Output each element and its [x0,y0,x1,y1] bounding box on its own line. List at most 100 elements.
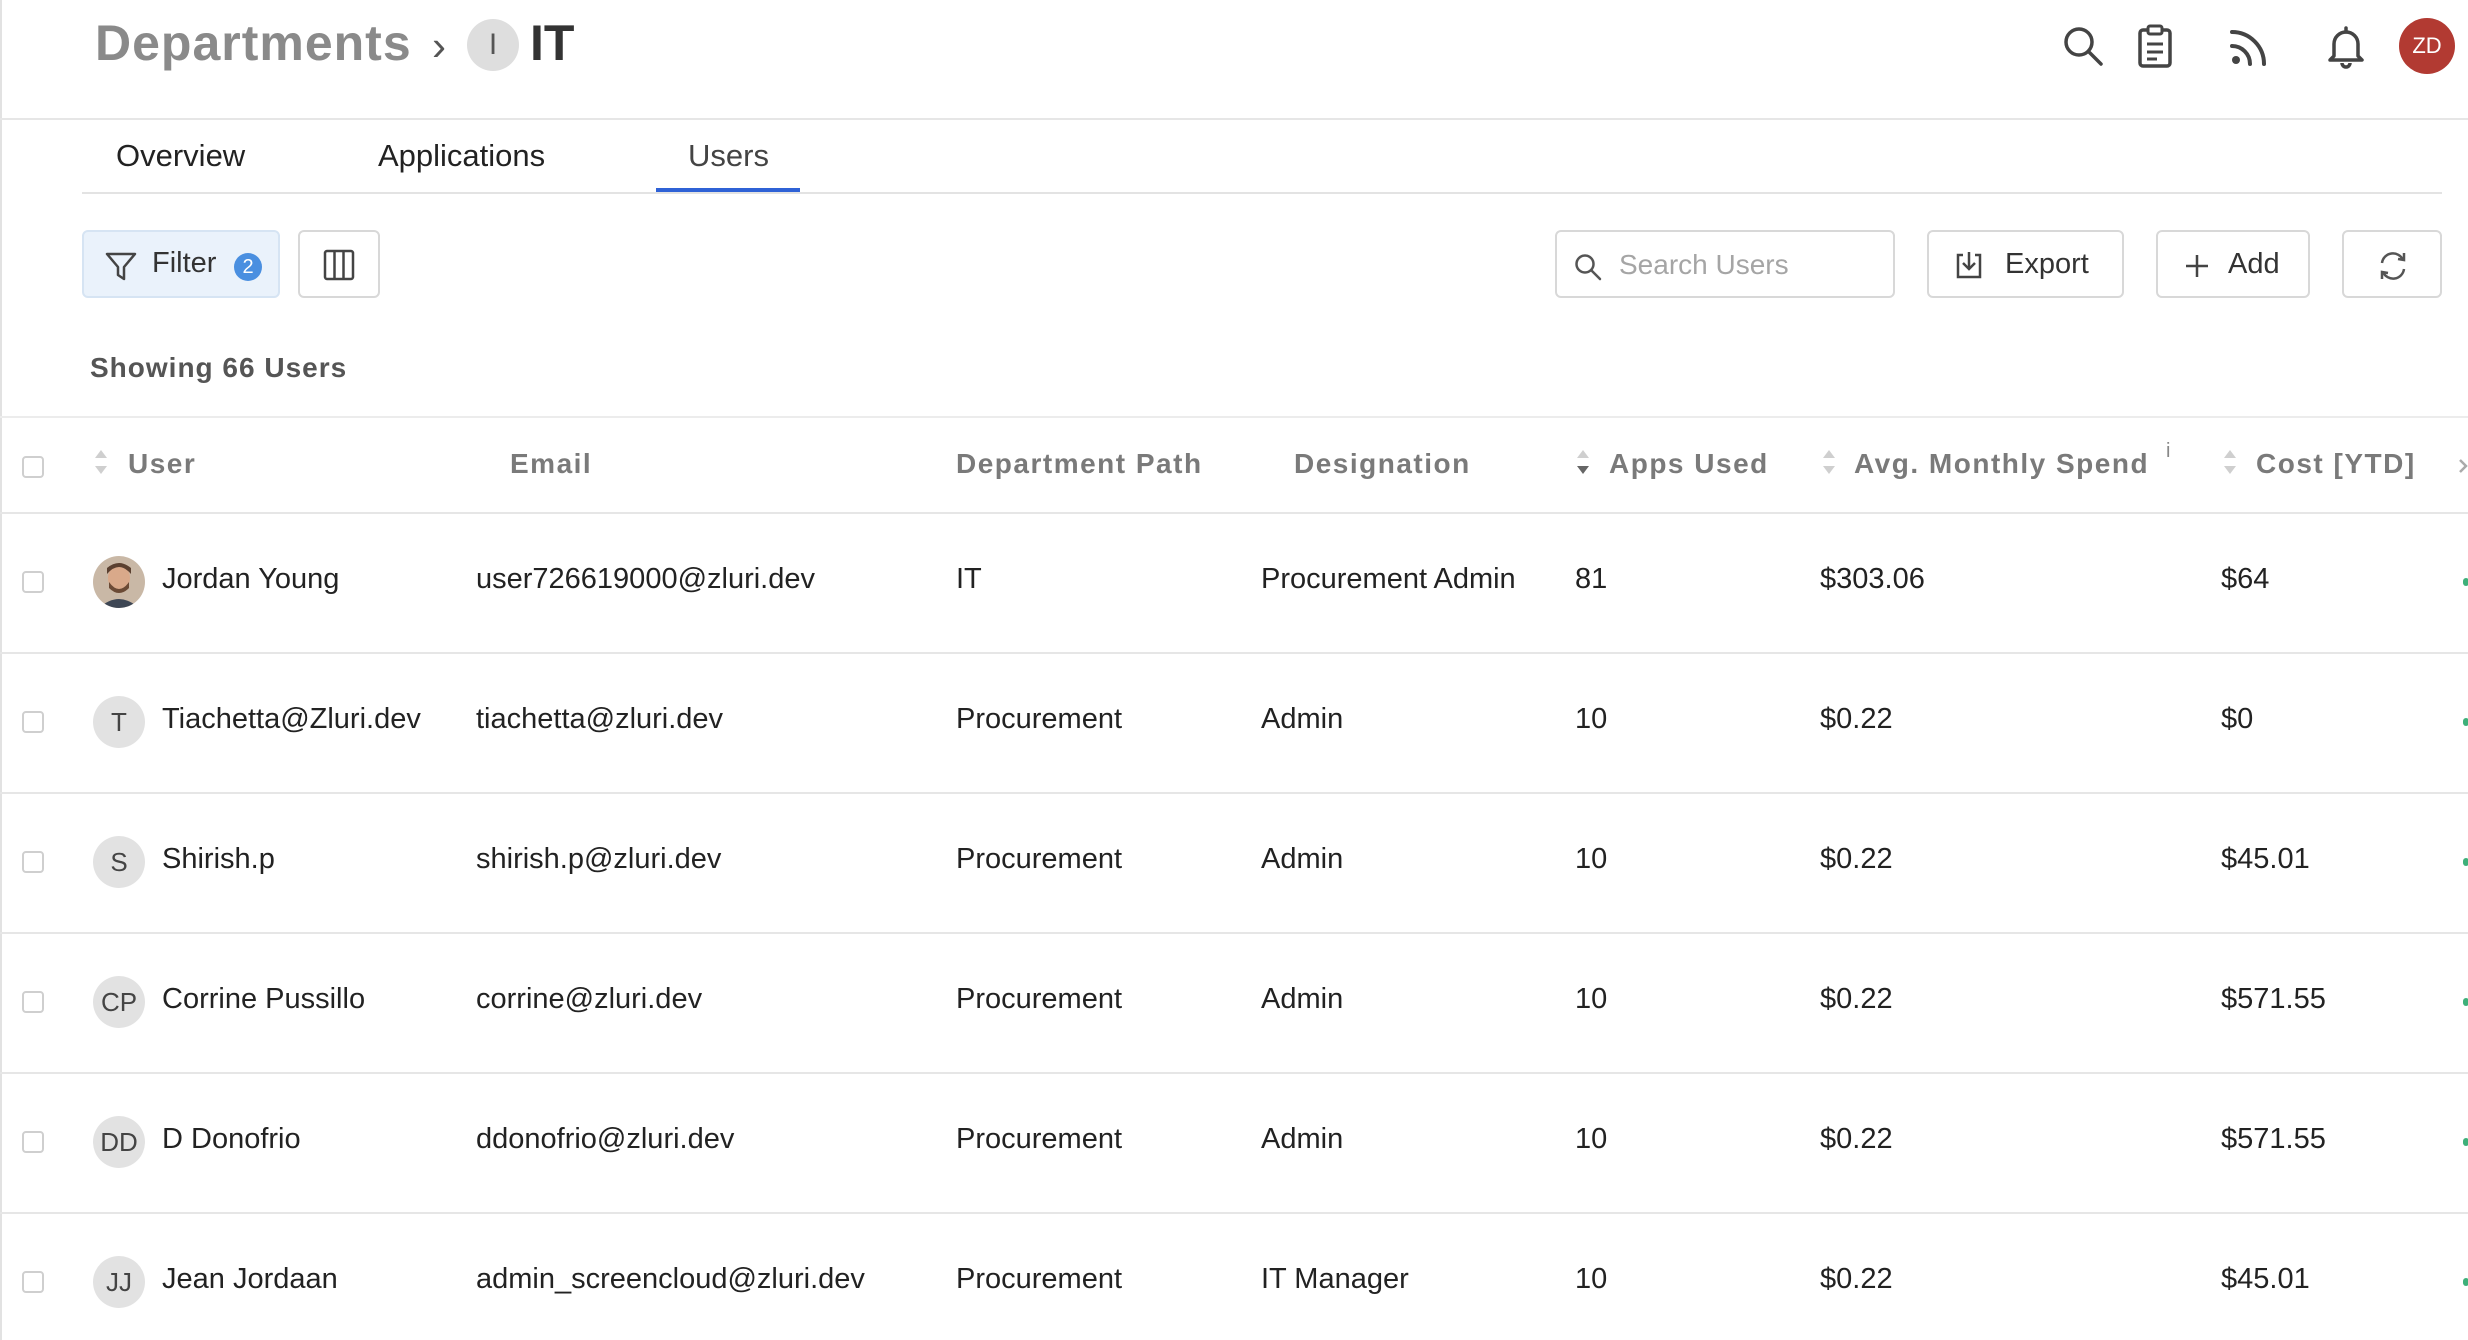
column-designation[interactable]: Designation [1294,448,1471,480]
filter-button[interactable]: Filter 2 [82,230,280,298]
designation: Admin [1261,703,1344,735]
avatar [93,556,145,608]
table-row[interactable]: DD D Donofrio ddonofrio@zluri.dev Procur… [0,1072,2468,1214]
column-apps-used[interactable]: Apps Used [1609,448,1769,480]
row-checkbox[interactable] [22,711,44,733]
export-button[interactable]: Export [1927,230,2124,298]
apps-used: 10 [1575,843,1608,875]
department-path: Procurement [956,983,1123,1015]
designation: Procurement Admin [1261,563,1516,595]
status-dot [2463,1138,2468,1146]
table-row[interactable]: S Shirish.p shirish.p@zluri.dev Procurem… [0,792,2468,934]
breadcrumb-separator: › [432,22,446,69]
search-icon[interactable] [2059,22,2107,70]
sort-icon[interactable] [1574,444,1592,480]
tab-overview[interactable]: Overview [116,138,245,174]
avg-monthly-spend: $0.22 [1820,1123,1893,1155]
user-name[interactable]: Jordan Young [162,563,339,596]
department-path: IT [956,563,982,595]
cost-ytd: $0 [2221,703,2254,735]
plus-icon [2186,255,2208,277]
designation: Admin [1261,1123,1344,1155]
clipboard-icon[interactable] [2131,22,2179,70]
export-label: Export [2005,248,2089,280]
page-header: Departments › I IT ZD [0,0,2468,120]
table-row[interactable]: CP Corrine Pussillo corrine@zluri.dev Pr… [0,932,2468,1074]
tab-applications[interactable]: Applications [378,138,545,174]
bell-icon[interactable] [2322,22,2370,70]
designation: IT Manager [1261,1263,1409,1295]
cost-ytd: $45.01 [2221,1263,2310,1295]
table-row[interactable]: Jordan Young user726619000@zluri.dev IT … [0,512,2468,654]
department-path: Procurement [956,1123,1123,1155]
breadcrumb-departments-link[interactable]: Departments [95,14,412,72]
status-dot [2463,578,2468,586]
sort-icon[interactable] [92,444,110,480]
user-email: user726619000@zluri.dev [476,563,815,595]
designation: Admin [1261,983,1344,1015]
info-icon[interactable]: i [2166,440,2170,463]
users-count: Showing 66 Users [90,352,348,383]
user-email: shirish.p@zluri.dev [476,843,722,875]
cost-ytd: $571.55 [2221,983,2326,1015]
search-users-field [1555,230,1895,298]
filter-label: Filter [152,247,217,279]
row-checkbox[interactable] [22,991,44,1013]
designation: Admin [1261,843,1344,875]
avg-monthly-spend: $303.06 [1820,563,1925,595]
user-name[interactable]: Shirish.p [162,843,275,876]
add-label: Add [2228,248,2280,280]
user-name[interactable]: Tiachetta@Zluri.dev [162,703,421,736]
row-checkbox[interactable] [22,1271,44,1293]
sort-icon[interactable] [2221,444,2239,480]
avg-monthly-spend: $0.22 [1820,983,1893,1015]
apps-used: 10 [1575,1123,1608,1155]
tab-users[interactable]: Users [688,138,769,174]
table-header: User Email Department Path Designation A… [0,416,2468,514]
apps-used: 10 [1575,983,1608,1015]
row-checkbox[interactable] [22,851,44,873]
row-checkbox[interactable] [22,571,44,593]
avg-monthly-spend: $0.22 [1820,843,1893,875]
apps-used: 10 [1575,703,1608,735]
column-user[interactable]: User [128,448,196,480]
status-dot [2463,998,2468,1006]
status-dot [2463,858,2468,866]
table-row[interactable]: JJ Jean Jordaan admin_screencloud@zluri.… [0,1212,2468,1340]
feed-icon[interactable] [2226,22,2274,70]
user-avatar[interactable]: ZD [2399,18,2455,74]
apps-used: 81 [1575,563,1608,595]
user-email: tiachetta@zluri.dev [476,703,724,735]
column-email[interactable]: Email [510,448,592,480]
export-icon [1956,252,1982,279]
department-badge: I [467,19,519,71]
cost-ytd: $45.01 [2221,843,2310,875]
sort-icon[interactable] [1820,444,1838,480]
avatar: JJ [93,1256,145,1308]
avatar: CP [93,976,145,1028]
chevron-right-icon[interactable] [2458,458,2468,474]
status-dot [2463,718,2468,726]
tab-bar: Overview Applications Users [82,118,2442,194]
user-name[interactable]: Jean Jordaan [162,1263,338,1296]
add-user-button[interactable]: Add [2156,230,2310,298]
user-name[interactable]: D Donofrio [162,1123,301,1156]
search-users-input[interactable] [1617,244,1881,286]
column-department-path[interactable]: Department Path [956,448,1203,480]
column-cost-ytd[interactable]: Cost [YTD] [2256,448,2416,480]
filter-count-badge: 2 [234,253,262,281]
department-path: Procurement [956,1263,1123,1295]
columns-button[interactable] [298,230,380,298]
user-name[interactable]: Corrine Pussillo [162,983,365,1016]
column-avg-monthly-spend[interactable]: Avg. Monthly Spend [1854,448,2149,480]
status-dot [2463,1278,2468,1286]
table-row[interactable]: T Tiachetta@Zluri.dev tiachetta@zluri.de… [0,652,2468,794]
refresh-button[interactable] [2342,230,2442,298]
active-tab-indicator [656,188,800,192]
avatar: DD [93,1116,145,1168]
search-icon [1575,254,1602,281]
avg-monthly-spend: $0.22 [1820,1263,1893,1295]
cost-ytd: $64 [2221,563,2270,595]
select-all-checkbox[interactable] [22,456,44,478]
row-checkbox[interactable] [22,1131,44,1153]
